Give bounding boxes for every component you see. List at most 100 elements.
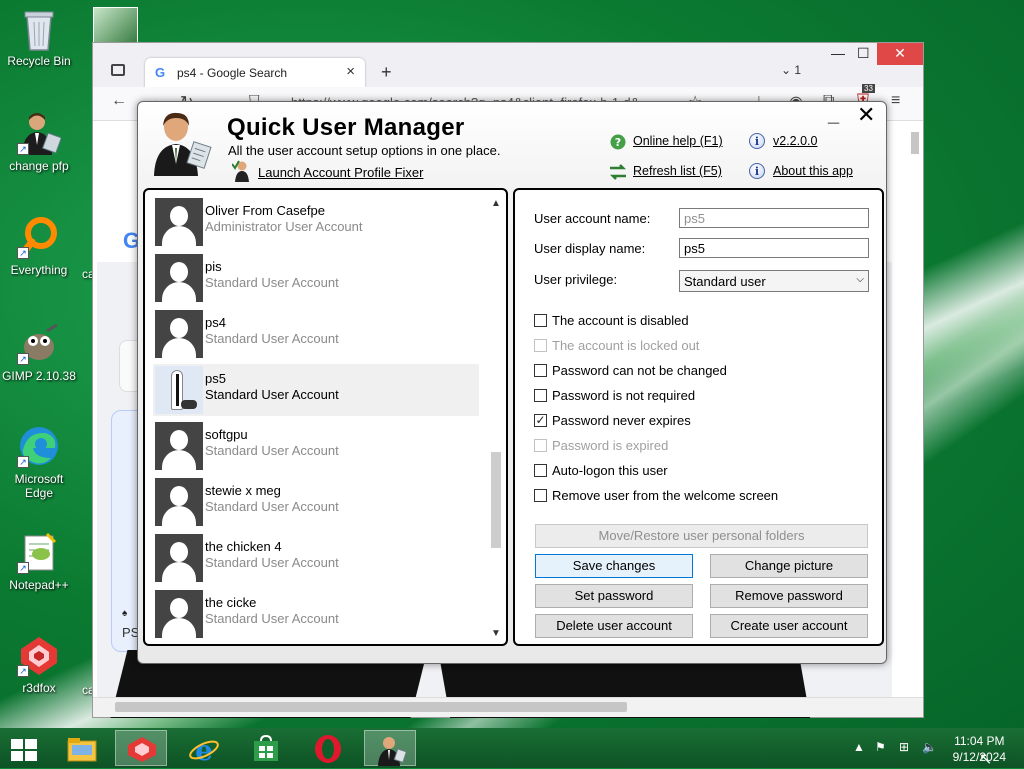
maximize-icon[interactable]: ☐ xyxy=(857,45,870,62)
desktop-icon-recycle-bin[interactable]: Recycle Bin xyxy=(0,6,78,68)
delete-user-button[interactable]: Delete user account xyxy=(535,614,693,638)
display-name-field[interactable] xyxy=(679,238,869,258)
info-icon: i xyxy=(749,133,765,149)
action-center-icon[interactable]: ⚑ xyxy=(875,740,886,754)
create-user-button[interactable]: Create user account xyxy=(710,614,868,638)
about-app-link[interactable]: About this app xyxy=(773,164,853,178)
user-list-item[interactable]: stewie x meg Standard User Account xyxy=(153,476,479,528)
user-list-item[interactable]: the chicken 4 Standard User Account xyxy=(153,532,479,584)
scroll-up-icon[interactable]: ▲ xyxy=(491,198,501,209)
desktop-icon-everything[interactable]: ↗ Everything xyxy=(0,215,78,277)
user-avatar xyxy=(155,254,203,302)
desktop-icon-edge[interactable]: ↗ Microsoft Edge xyxy=(0,424,78,500)
page-scrollbar[interactable] xyxy=(909,127,919,687)
close-window-icon[interactable]: ✕ xyxy=(877,43,923,65)
desktop-icon-label: Everything xyxy=(10,263,68,277)
tab-close-icon[interactable]: × xyxy=(346,63,355,80)
file-explorer-icon xyxy=(67,738,97,762)
list-all-tabs-button[interactable]: ⌄ 1 xyxy=(781,63,801,77)
tab-list-icon[interactable] xyxy=(111,64,125,76)
user-avatar xyxy=(155,366,203,414)
user-manager-icon xyxy=(378,737,406,766)
user-manager-icon: ↗ xyxy=(17,111,62,155)
desktop-icon-r3dfox[interactable]: ↗ r3dfox xyxy=(0,633,78,695)
svg-text:e: e xyxy=(195,734,213,764)
shortcut-arrow-icon: ↗ xyxy=(17,562,29,574)
checkmark-icon: ✓ xyxy=(535,413,546,427)
user-list[interactable]: Oliver From Casefpe Administrator User A… xyxy=(143,188,508,646)
checkbox-box[interactable] xyxy=(534,489,547,502)
user-type: Standard User Account xyxy=(205,275,339,290)
browser-tab[interactable]: G ps4 - Google Search × xyxy=(145,58,365,88)
save-changes-button[interactable]: Save changes xyxy=(535,554,693,578)
checkbox-box[interactable] xyxy=(534,314,547,327)
minimize-icon[interactable]: — xyxy=(831,45,845,61)
user-avatar xyxy=(155,198,203,246)
menu-icon[interactable]: ≡ xyxy=(891,92,900,110)
taskbar-file-explorer[interactable] xyxy=(56,730,108,766)
desktop-thumbnail-icon[interactable] xyxy=(93,7,138,43)
user-name: the chicken 4 xyxy=(205,539,282,554)
taskbar-internet-explorer[interactable]: e xyxy=(178,730,230,766)
app-subtitle: All the user account setup options in on… xyxy=(228,143,501,158)
start-button[interactable] xyxy=(0,730,52,766)
minimize-button[interactable]: _ xyxy=(828,104,839,127)
volume-muted-icon[interactable]: 🔈 xyxy=(922,740,937,754)
user-name: softgpu xyxy=(205,427,248,442)
scrollbar-thumb[interactable] xyxy=(115,702,627,712)
show-hidden-icons-icon[interactable]: ▲ xyxy=(853,740,865,754)
privilege-label: User privilege: xyxy=(534,272,618,287)
edge-icon: ↗ xyxy=(17,424,61,468)
privilege-select[interactable]: Standard user ⌵ xyxy=(679,270,869,292)
scroll-down-icon[interactable]: ▼ xyxy=(491,628,501,639)
scrollbar-thumb[interactable] xyxy=(491,452,501,548)
desktop-icon-notepadpp[interactable]: ↗ Notepad++ xyxy=(0,530,78,592)
change-picture-button[interactable]: Change picture xyxy=(710,554,868,578)
version-link[interactable]: v2.2.0.0 xyxy=(773,134,817,148)
user-list-item[interactable]: ps4 Standard User Account xyxy=(153,308,479,360)
taskbar-user-manager[interactable] xyxy=(364,730,416,766)
clock-time: 11:04 PM xyxy=(954,734,1005,748)
set-password-button[interactable]: Set password xyxy=(535,584,693,608)
taskbar-r3dfox[interactable] xyxy=(115,730,167,766)
desktop-icon-gimp[interactable]: ↗ GIMP 2.10.38 xyxy=(0,321,78,383)
user-list-scrollbar[interactable]: ▲ ▼ xyxy=(488,194,504,642)
shortcut-arrow-icon: ↗ xyxy=(17,143,29,155)
checkbox-box[interactable] xyxy=(534,364,547,377)
checkbox-checked[interactable]: ✓ xyxy=(534,414,547,427)
account-name-field[interactable] xyxy=(679,208,869,228)
notepadpp-icon: ↗ xyxy=(17,530,61,574)
user-list-item[interactable]: softgpu Standard User Account xyxy=(153,420,479,472)
desktop-icon-change-pfp[interactable]: ↗ change pfp xyxy=(0,111,78,173)
shortcut-arrow-icon: ↗ xyxy=(17,665,29,677)
online-help-link[interactable]: Online help (F1) xyxy=(633,134,723,148)
user-name: ps4 xyxy=(205,315,226,330)
opera-icon xyxy=(315,735,341,763)
user-list-item-selected[interactable]: ps5 Standard User Account xyxy=(153,364,479,416)
scrollbar-thumb[interactable] xyxy=(911,132,919,154)
refresh-list-link[interactable]: Refresh list (F5) xyxy=(633,164,722,178)
new-tab-icon[interactable]: + xyxy=(381,62,392,83)
shortcut-arrow-icon: ↗ xyxy=(17,247,29,259)
network-icon[interactable]: ⊞ xyxy=(899,740,909,754)
desktop-icon-label: Microsoft Edge xyxy=(14,472,64,500)
checkbox-box[interactable] xyxy=(534,389,547,402)
user-list-item[interactable]: pis Standard User Account xyxy=(153,252,479,304)
user-type: Standard User Account xyxy=(205,499,339,514)
remove-password-button[interactable]: Remove password xyxy=(710,584,868,608)
move-restore-folders-button: Move/Restore user personal folders xyxy=(535,524,868,548)
launch-profile-fixer-link[interactable]: Launch Account Profile Fixer xyxy=(258,165,423,180)
shortcut-arrow-icon: ↗ xyxy=(17,353,29,365)
taskbar-opera[interactable] xyxy=(302,730,354,766)
horizontal-scrollbar[interactable] xyxy=(93,697,923,717)
google-favicon-icon: G xyxy=(155,65,166,80)
user-list-item[interactable]: Oliver From Casefpe Administrator User A… xyxy=(153,196,479,248)
desktop-icon-label: GIMP 2.10.38 xyxy=(2,369,76,383)
checkbox-box[interactable] xyxy=(534,464,547,477)
user-list-item[interactable]: the cicke Standard User Account xyxy=(153,588,479,640)
user-avatar xyxy=(155,478,203,526)
taskbar-store[interactable] xyxy=(240,730,292,766)
back-icon[interactable]: ← xyxy=(111,92,127,110)
user-type: Administrator User Account xyxy=(205,219,363,234)
close-button[interactable]: ✕ xyxy=(857,102,875,128)
